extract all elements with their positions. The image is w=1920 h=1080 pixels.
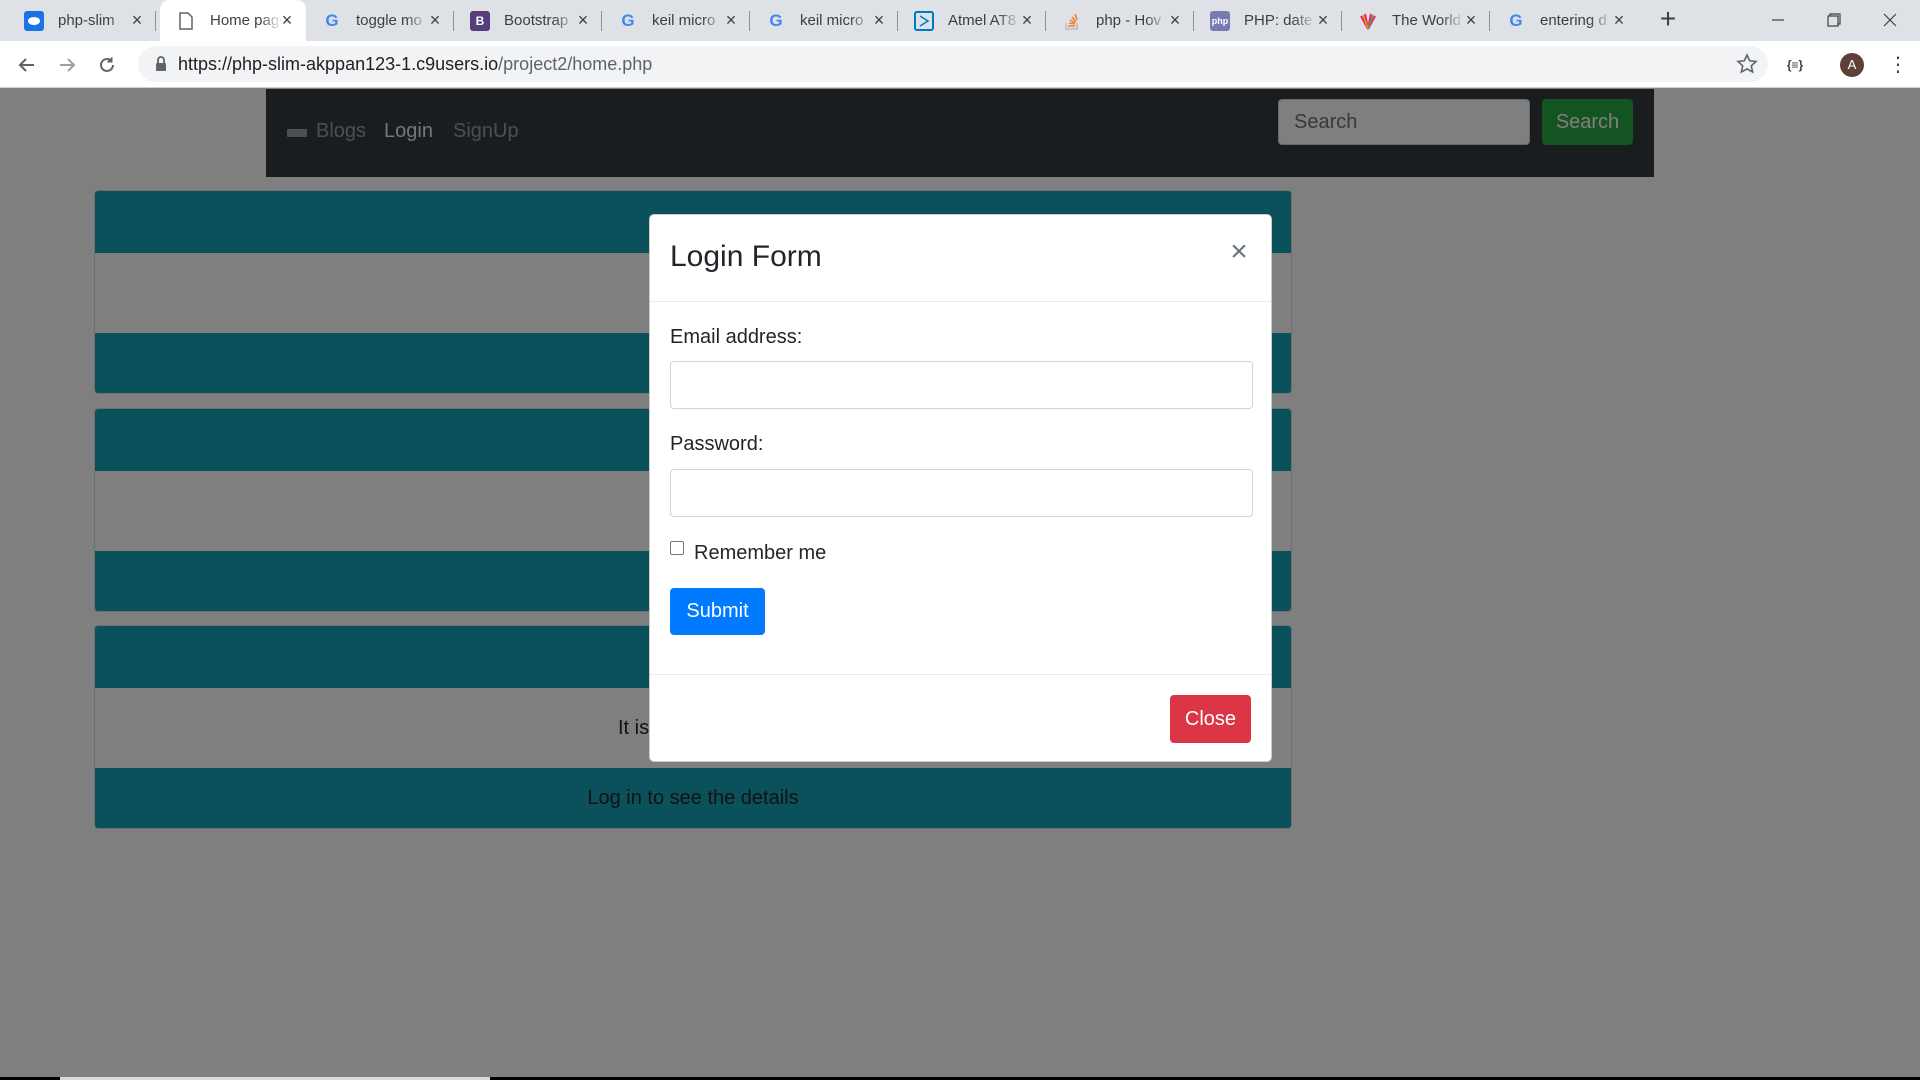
browser-tab[interactable]: php - Hov × [1046, 0, 1194, 41]
browser-tab[interactable]: B Bootstrap × [454, 0, 602, 41]
profile-avatar[interactable]: A [1840, 53, 1864, 77]
tab-close-icon[interactable]: × [278, 11, 296, 29]
tab-title: Atmel AT8 [948, 12, 1020, 29]
tab-title: keil micro [800, 12, 872, 29]
bootstrap-icon: B [470, 10, 490, 31]
browser-tab[interactable]: The World × [1342, 0, 1490, 41]
close-button[interactable]: Close [1170, 695, 1251, 743]
remember-me-checkbox[interactable] [670, 541, 684, 555]
tab-close-icon[interactable]: × [1314, 11, 1332, 29]
tab-title: keil micro [652, 12, 724, 29]
tab-close-icon[interactable]: × [128, 11, 146, 29]
browser-tab[interactable]: G toggle mo × [306, 0, 454, 41]
menu-kebab-icon[interactable]: ⋮ [1888, 53, 1908, 77]
stackoverflow-icon [1062, 11, 1082, 31]
page-viewport: Blogs Login SignUp Search It is my first… [0, 89, 1920, 1080]
world-icon [1358, 11, 1378, 31]
password-label: Password: [670, 433, 764, 455]
browser-tab[interactable]: G keil micro × [602, 0, 750, 41]
google-icon: G [769, 10, 783, 30]
url-text: https://php-slim-akppan123-1.c9users.io/… [178, 54, 652, 75]
modal-header: Login Form × [650, 215, 1271, 302]
new-tab-plus-icon[interactable]: + [1654, 5, 1682, 34]
browser-tab[interactable]: php-slim × [8, 0, 156, 41]
browser-tab[interactable]: G keil micro × [750, 0, 898, 41]
tab-title: entering d [1540, 12, 1612, 29]
tab-close-icon[interactable]: × [870, 11, 888, 29]
google-icon: G [325, 10, 339, 30]
browser-tab-active[interactable]: Home page × [160, 0, 306, 41]
url-path: /project2/home.php [498, 54, 653, 74]
tab-close-icon[interactable]: × [1018, 11, 1036, 29]
browser-tab[interactable]: php PHP: date × [1194, 0, 1342, 41]
email-label: Email address: [670, 326, 803, 348]
page-icon [176, 11, 196, 31]
browser-tab-strip: php-slim × Home page × G toggle mo × B B… [0, 0, 1920, 41]
tab-title: Bootstrap [504, 12, 576, 29]
google-icon: G [621, 10, 635, 30]
tab-title: PHP: date [1244, 12, 1316, 29]
url-host: https://php-slim-akppan123-1.c9users.io [178, 54, 499, 74]
browser-tab[interactable]: G entering d × [1490, 0, 1638, 41]
minimize-icon[interactable] [1750, 0, 1806, 40]
tab-close-icon[interactable]: × [722, 11, 740, 29]
back-arrow-icon[interactable] [13, 51, 41, 79]
browser-toolbar: https://php-slim-akppan123-1.c9users.io/… [0, 41, 1920, 88]
remember-me-label[interactable]: Remember me [694, 542, 826, 565]
tab-title: toggle mo [356, 12, 428, 29]
browser-tab[interactable]: Atmel AT8 × [898, 0, 1046, 41]
restore-icon[interactable] [1806, 0, 1862, 40]
password-field[interactable] [670, 469, 1253, 517]
tab-title: php-slim [58, 12, 130, 29]
lock-icon [156, 56, 166, 71]
window-close-icon[interactable] [1862, 0, 1918, 40]
google-icon: G [1509, 10, 1523, 30]
modal-footer: Close [650, 674, 1271, 763]
extension-icon[interactable]: {≡} [1784, 56, 1806, 74]
reload-icon[interactable] [93, 51, 121, 79]
tab-close-icon[interactable]: × [1462, 11, 1480, 29]
tab-close-icon[interactable]: × [1610, 11, 1628, 29]
atmel-icon [914, 10, 934, 31]
address-bar[interactable]: https://php-slim-akppan123-1.c9users.io/… [138, 46, 1768, 82]
email-field[interactable] [670, 361, 1253, 409]
submit-button[interactable]: Submit [670, 588, 765, 635]
forward-arrow-icon[interactable] [53, 51, 81, 79]
tab-separator [155, 11, 156, 31]
tab-close-icon[interactable]: × [1166, 11, 1184, 29]
bookmark-star-icon[interactable] [1736, 53, 1758, 75]
modal-title: Login Form [670, 240, 822, 273]
php-icon: php [1210, 10, 1230, 31]
tab-title: Home page [210, 12, 282, 29]
close-icon[interactable]: × [1227, 237, 1251, 267]
tab-title: The World [1392, 12, 1464, 29]
cloud9-icon [24, 10, 44, 31]
tab-close-icon[interactable]: × [426, 11, 444, 29]
tab-close-icon[interactable]: × [574, 11, 592, 29]
login-modal: Login Form × Email address: Password: Re… [649, 214, 1272, 762]
tab-title: php - Hov [1096, 12, 1168, 29]
